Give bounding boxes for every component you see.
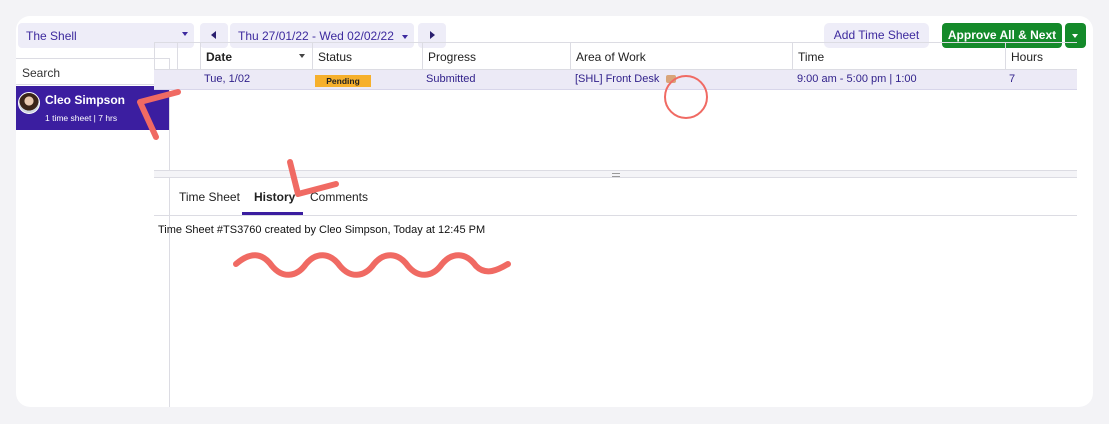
time-column-header[interactable]: Time — [792, 43, 1005, 69]
date-column-label: Date — [206, 50, 233, 64]
table-row[interactable]: Tue, 1/02 Pending Submitted [SHL] Front … — [154, 70, 1077, 90]
date-range-label: Thu 27/01/22 - Wed 02/02/22 — [238, 29, 394, 43]
row-date: Tue, 1/02 — [204, 73, 251, 85]
row-area: [SHL] Front Desk — [575, 73, 677, 85]
progress-column-header[interactable]: Progress — [422, 43, 570, 69]
status-badge: Pending — [315, 75, 371, 87]
pane-splitter[interactable] — [154, 170, 1077, 178]
select-column-header[interactable] — [154, 43, 177, 69]
grid-header: Date Status Progress Area of Work Time H… — [154, 42, 1077, 70]
date-column-header[interactable]: Date — [200, 43, 312, 69]
avatar — [18, 92, 40, 114]
chevron-down-icon — [182, 32, 188, 36]
people-sidebar: Search Cleo Simpson 1 time sheet | 7 hrs — [16, 58, 170, 407]
area-of-work-column-header[interactable]: Area of Work — [570, 43, 792, 69]
chevron-down-icon — [402, 34, 409, 39]
history-entry: Time Sheet #TS3760 created by Cleo Simps… — [158, 224, 486, 236]
person-summary: 1 time sheet | 7 hrs — [45, 113, 118, 123]
row-area-label: [SHL] Front Desk — [575, 73, 660, 85]
row-hours: 7 — [1009, 73, 1016, 85]
chevron-left-icon — [211, 31, 216, 39]
row-time: 9:00 am - 5:00 pm | 1:00 — [797, 73, 917, 85]
search-input[interactable]: Search — [16, 58, 169, 85]
person-item[interactable]: Cleo Simpson 1 time sheet | 7 hrs — [16, 86, 169, 130]
drag-handle-icon[interactable] — [612, 173, 620, 177]
hours-column-header[interactable]: Hours — [1005, 43, 1077, 69]
venue-select-value: The Shell — [26, 29, 77, 43]
tab-history[interactable]: History — [254, 190, 295, 204]
detail-tabs: Time Sheet History Comments — [154, 178, 1077, 216]
note-icon[interactable] — [666, 75, 677, 84]
chevron-down-icon — [299, 54, 305, 58]
flag-column-header — [177, 43, 200, 69]
row-progress: Submitted — [426, 73, 476, 85]
timesheet-grid: Date Status Progress Area of Work Time H… — [154, 42, 1077, 170]
status-column-header[interactable]: Status — [312, 43, 422, 69]
active-tab-indicator — [242, 212, 303, 215]
person-name: Cleo Simpson — [45, 93, 126, 107]
tab-time-sheet[interactable]: Time Sheet — [179, 190, 240, 204]
chevron-down-icon — [1072, 34, 1078, 38]
chevron-right-icon — [430, 31, 435, 39]
tab-comments[interactable]: Comments — [310, 190, 368, 204]
